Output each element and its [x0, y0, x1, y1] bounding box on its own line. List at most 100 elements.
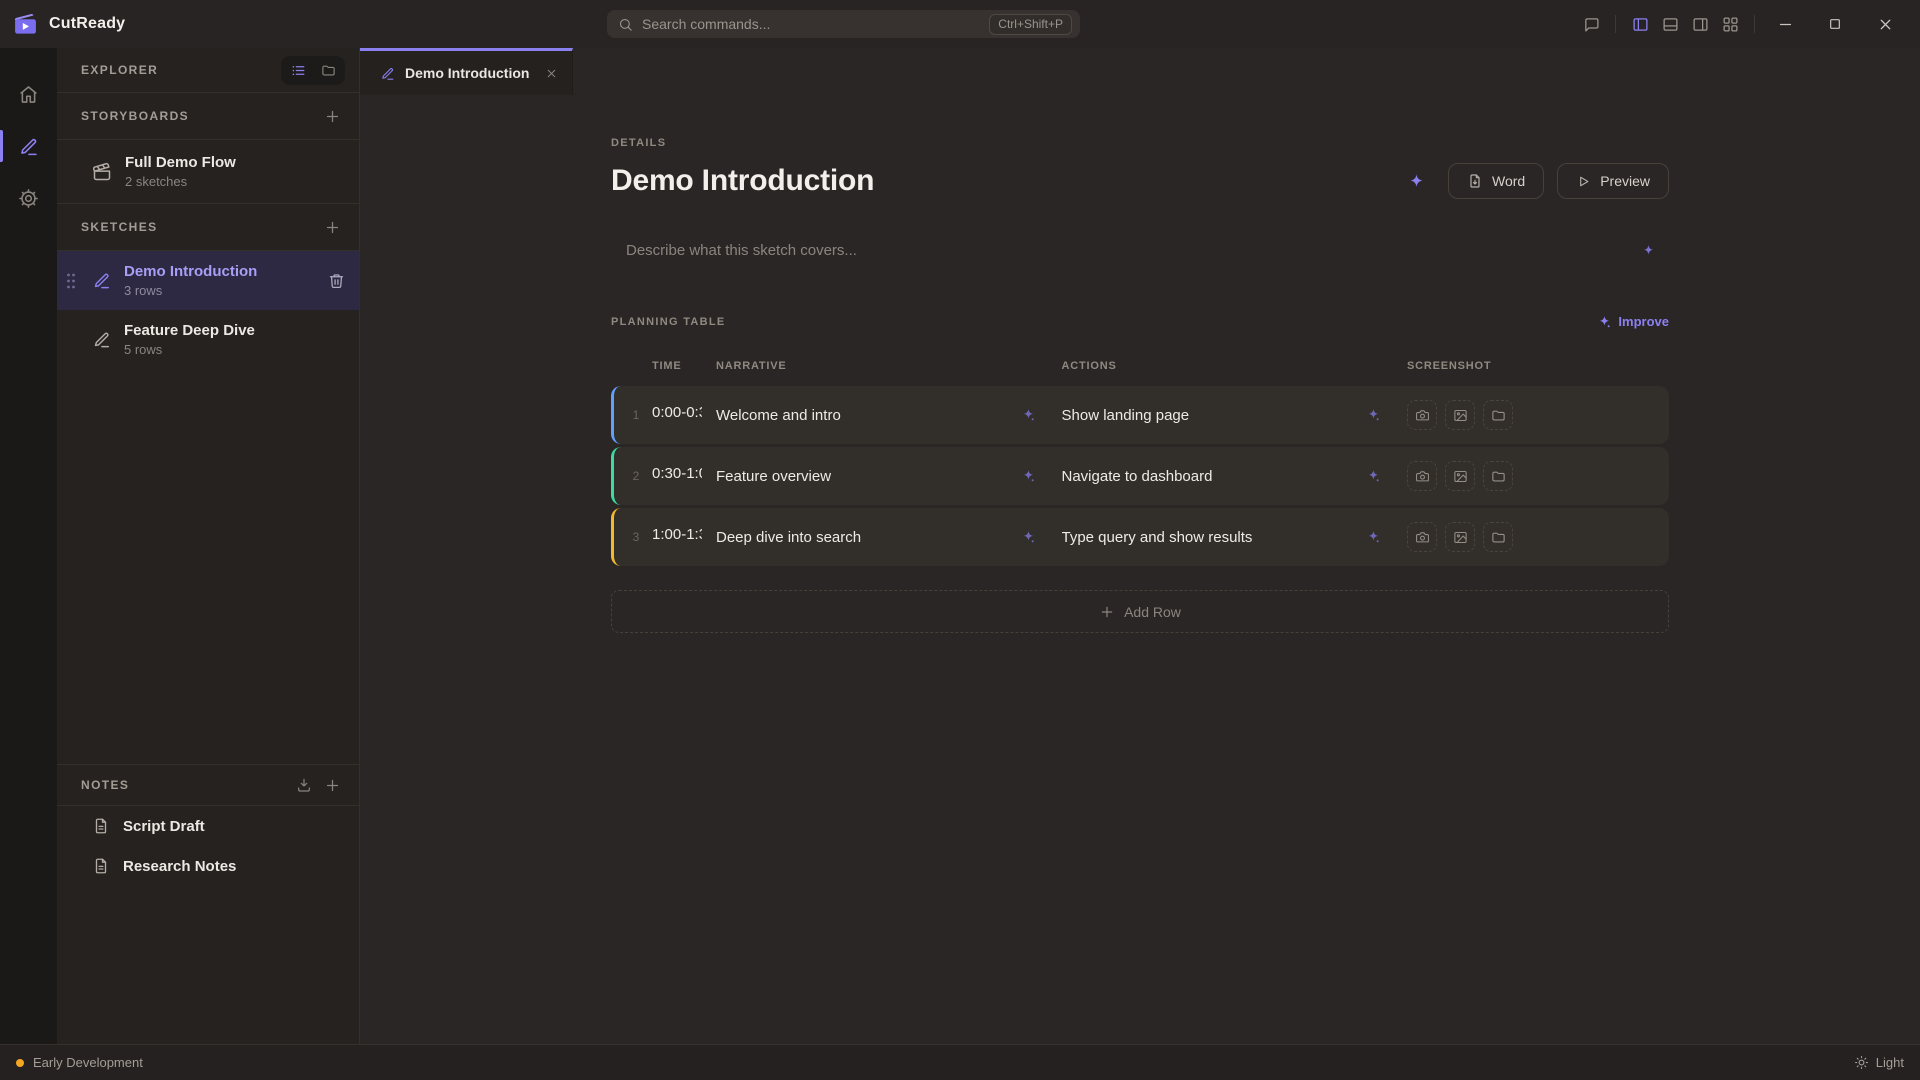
- cell-ai-button[interactable]: [1022, 469, 1036, 483]
- maximize-icon: [1827, 16, 1843, 32]
- row-number: 1: [620, 408, 652, 422]
- maximize-button[interactable]: [1814, 9, 1856, 39]
- cell-ai-button[interactable]: [1367, 469, 1381, 483]
- list-view-button[interactable]: [284, 59, 312, 82]
- speech-bubble-icon: [1583, 16, 1600, 33]
- download-notes-button[interactable]: [291, 772, 317, 798]
- toggle-bottom-panel-button[interactable]: [1655, 9, 1685, 39]
- row-number: 3: [620, 530, 652, 544]
- note-title: Script Draft: [123, 818, 205, 835]
- close-window-button[interactable]: [1864, 9, 1906, 39]
- search-input[interactable]: [642, 16, 989, 32]
- add-storyboard-button[interactable]: [319, 103, 345, 129]
- notes-header: NOTES: [57, 764, 359, 806]
- toggle-right-panel-button[interactable]: [1685, 9, 1715, 39]
- drag-handle-icon[interactable]: [65, 271, 77, 291]
- browse-files-button[interactable]: [1483, 461, 1513, 491]
- cell-ai-button[interactable]: [1367, 408, 1381, 422]
- pick-image-button[interactable]: [1445, 400, 1475, 430]
- description-ai-button[interactable]: [1642, 244, 1655, 257]
- screenshot-cell: [1407, 400, 1657, 430]
- file-text-icon: [92, 817, 110, 835]
- sketch-subtitle: 3 rows: [124, 283, 257, 298]
- planning-table-label: PLANNING TABLE: [611, 316, 726, 328]
- narrative-cell[interactable]: Deep dive into search: [716, 529, 1062, 546]
- time-cell[interactable]: 1:00-1:30: [652, 526, 716, 548]
- add-row-button[interactable]: Add Row: [611, 590, 1669, 633]
- sun-icon: [1854, 1055, 1869, 1070]
- narrative-cell[interactable]: Feature overview: [716, 468, 1062, 485]
- cell-ai-button[interactable]: [1367, 530, 1381, 544]
- tab-strip: Demo Introduction: [360, 48, 1920, 95]
- camera-icon: [1415, 408, 1430, 423]
- theme-toggle-button[interactable]: Light: [1854, 1055, 1904, 1070]
- sketch-title: Demo Introduction: [124, 263, 257, 280]
- cell-ai-button[interactable]: [1022, 530, 1036, 544]
- storyboard-item[interactable]: Full Demo Flow 2 sketches: [57, 140, 359, 204]
- tab-demo-introduction[interactable]: Demo Introduction: [360, 48, 573, 95]
- capture-screenshot-button[interactable]: [1407, 461, 1437, 491]
- close-icon: [1877, 16, 1894, 33]
- export-word-button[interactable]: Word: [1448, 163, 1544, 199]
- nav-sketches-button[interactable]: [0, 124, 57, 168]
- nav-home-button[interactable]: [0, 72, 57, 116]
- description-field[interactable]: Describe what this sketch covers...: [611, 230, 1669, 270]
- note-item-script-draft[interactable]: Script Draft: [57, 806, 359, 846]
- pick-image-button[interactable]: [1445, 522, 1475, 552]
- actions-cell[interactable]: Navigate to dashboard: [1062, 468, 1408, 485]
- add-sketch-button[interactable]: [319, 214, 345, 240]
- note-item-research-notes[interactable]: Research Notes: [57, 846, 359, 886]
- folder-view-button[interactable]: [314, 59, 342, 82]
- browse-files-button[interactable]: [1483, 522, 1513, 552]
- file-down-icon: [1467, 173, 1483, 189]
- cell-ai-button[interactable]: [1022, 408, 1036, 422]
- sketch-item-feature-deep-dive[interactable]: Feature Deep Dive 5 rows: [57, 310, 359, 369]
- browse-files-button[interactable]: [1483, 400, 1513, 430]
- pen-icon: [92, 271, 111, 290]
- add-note-button[interactable]: [319, 772, 345, 798]
- toggle-left-panel-button[interactable]: [1625, 9, 1655, 39]
- time-cell[interactable]: 0:30-1:00: [652, 465, 716, 487]
- add-row-label: Add Row: [1124, 604, 1181, 620]
- word-button-label: Word: [1492, 173, 1525, 189]
- titlebar: CutReady Ctrl+Shift+P: [0, 0, 1920, 48]
- camera-icon: [1415, 530, 1430, 545]
- screenshot-cell: [1407, 522, 1657, 552]
- file-text-icon: [92, 857, 110, 875]
- capture-screenshot-button[interactable]: [1407, 522, 1437, 552]
- sparkles-icon: [1022, 469, 1036, 483]
- feedback-button[interactable]: [1576, 9, 1606, 39]
- notes-label: NOTES: [81, 778, 129, 792]
- sketches-label: SKETCHES: [81, 220, 158, 234]
- search-shortcut-badge: Ctrl+Shift+P: [989, 14, 1072, 35]
- camera-icon: [1415, 469, 1430, 484]
- pick-image-button[interactable]: [1445, 461, 1475, 491]
- activity-bar: [0, 48, 57, 1044]
- minimize-button[interactable]: [1764, 9, 1806, 39]
- sparkles-icon: [1367, 408, 1381, 422]
- delete-sketch-icon[interactable]: [328, 272, 345, 289]
- narrative-cell[interactable]: Welcome and intro: [716, 407, 1062, 424]
- sketch-item-demo-introduction[interactable]: Demo Introduction 3 rows: [57, 251, 359, 310]
- row-number: 2: [620, 469, 652, 483]
- nav-settings-button[interactable]: [0, 176, 57, 220]
- capture-screenshot-button[interactable]: [1407, 400, 1437, 430]
- page-title[interactable]: Demo Introduction: [611, 164, 874, 198]
- sparkle-icon: [1642, 244, 1655, 257]
- explorer-sidebar: EXPLORER STORYBOARDS Full Demo Flow 2 sk…: [57, 48, 360, 1044]
- close-tab-button[interactable]: [545, 67, 558, 80]
- clapperboard-icon: [92, 162, 112, 182]
- layout-grid-button[interactable]: [1715, 9, 1745, 39]
- time-cell[interactable]: 0:00-0:30: [652, 404, 716, 426]
- preview-button[interactable]: Preview: [1557, 163, 1669, 199]
- improve-button[interactable]: Improve: [1598, 314, 1669, 329]
- preview-button-label: Preview: [1600, 173, 1650, 189]
- column-actions: ACTIONS: [1062, 360, 1408, 372]
- grid-icon: [1722, 16, 1739, 33]
- titlebar-actions: [1576, 9, 1906, 39]
- actions-cell[interactable]: Type query and show results: [1062, 529, 1408, 546]
- sparkles-icon: [1598, 315, 1612, 329]
- actions-cell[interactable]: Show landing page: [1062, 407, 1408, 424]
- ai-sparkle-button[interactable]: [1408, 173, 1425, 190]
- command-search[interactable]: Ctrl+Shift+P: [607, 10, 1080, 38]
